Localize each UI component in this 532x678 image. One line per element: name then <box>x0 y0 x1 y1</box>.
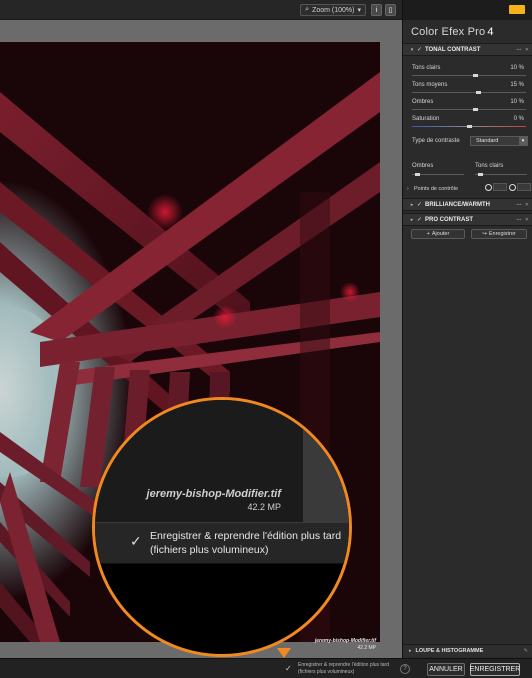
slider-thumb[interactable] <box>473 74 478 77</box>
magnified-bottom-bar: ✓ Enregistrer & reprendre l'édition plus… <box>95 522 349 564</box>
add-filter-button[interactable]: + Ajouter <box>411 229 465 239</box>
slider-value-saturation: 0 % <box>513 116 524 122</box>
zoom-control[interactable]: ⌕ Zoom (100%) ▾ <box>300 4 366 16</box>
save-button[interactable]: ENREGISTRER <box>470 663 520 676</box>
photo-caption: jeremy-bishop-Modifier.tif 42.2 MP <box>315 638 376 652</box>
magnifier-callout: jeremy-bishop-Modifier.tif 42.2 MP ✓ Enr… <box>92 397 352 657</box>
save-resume-text: Enregistrer & reprendre l'édition plus t… <box>298 662 390 675</box>
slider-thumb[interactable] <box>473 108 478 111</box>
loupe-histogram-bar[interactable]: ▸ LOUPE & HISTOGRAMME ✎ <box>403 644 532 657</box>
control-point-box[interactable] <box>517 183 531 191</box>
filter-controls-icon[interactable]: ⋯ ✕ <box>516 202 530 208</box>
save-resume-checkbox[interactable]: ✓ <box>285 664 295 674</box>
slider-thumb[interactable] <box>467 125 472 128</box>
chevron-right-icon[interactable]: ▸ <box>407 202 417 208</box>
cancel-button[interactable]: ANNULER <box>427 663 465 676</box>
filter-name: BRILLIANCE/WARMTH <box>425 201 490 208</box>
slider-label-shadows: Ombres <box>412 99 434 105</box>
filter-controls-icon[interactable]: ⋯ ✕ <box>516 217 530 223</box>
save-icon: ↪ <box>482 231 487 237</box>
control-point-icon[interactable] <box>509 184 516 191</box>
magnified-size: 42.2 MP <box>247 502 281 512</box>
chevron-right-icon[interactable]: › <box>407 186 409 192</box>
top-toolbar: ⌕ Zoom (100%) ▾ i ▯ <box>0 0 402 20</box>
help-icon[interactable]: ? <box>400 664 410 674</box>
slider-saturation[interactable] <box>412 125 526 128</box>
filter-name: PRO CONTRAST <box>425 216 473 223</box>
magnifier-pointer <box>277 648 291 658</box>
panel-header-bar <box>403 0 532 20</box>
protect-highlights-label: Tons clairs <box>475 163 504 169</box>
slider-label-highlights: Tons clairs <box>412 65 441 71</box>
chevron-down-icon[interactable]: ▾ <box>407 47 417 53</box>
slider-highlights[interactable] <box>412 74 526 77</box>
filter-header-tonal-contrast[interactable]: ▾ ✓ TONAL CONTRAST ⋯ ✕ <box>403 43 532 56</box>
slider-shadows[interactable] <box>412 108 526 111</box>
slider-thumb[interactable] <box>476 91 481 94</box>
checkmark-icon[interactable]: ✓ <box>417 46 425 53</box>
checkmark-icon[interactable]: ✓ <box>417 216 425 223</box>
pin-icon[interactable]: ✎ <box>524 648 528 654</box>
chevron-down-icon: ▾ <box>357 7 361 14</box>
compare-view-button[interactable]: ▯ <box>385 4 396 16</box>
slider-value-highlights: 10 % <box>510 65 524 71</box>
contrast-type-select[interactable]: Standard ▾ <box>470 136 528 146</box>
slider-midtones[interactable] <box>412 91 526 94</box>
zoom-dropdown[interactable]: ⌕ Zoom (100%) ▾ <box>300 4 366 16</box>
filter-header-pro-contrast[interactable]: ▸ ✓ PRO CONTRAST ⋯ ✕ <box>403 213 532 226</box>
nik-logo <box>509 5 525 14</box>
app-title: Color Efex Pro 4 <box>411 26 494 38</box>
split-view-icon: ▯ <box>388 7 393 14</box>
chevron-right-icon[interactable]: ▸ <box>407 217 417 223</box>
chevron-right-icon[interactable]: ▸ <box>409 648 412 654</box>
slider-protect-highlights[interactable] <box>475 173 527 176</box>
checkmark-icon[interactable]: ✓ <box>417 201 425 208</box>
filter-name: TONAL CONTRAST <box>425 46 481 53</box>
slider-thumb[interactable] <box>415 173 420 176</box>
slider-value-midtones: 15 % <box>510 82 524 88</box>
zoom-label: Zoom (100%) <box>312 6 355 14</box>
filter-header-brilliance-warmth[interactable]: ▸ ✓ BRILLIANCE/WARMTH ⋯ ✕ <box>403 198 532 211</box>
filter-panel: Color Efex Pro 4 ▾ ✓ TONAL CONTRAST ⋯ ✕ T… <box>402 0 532 658</box>
bottom-bar: ✓ Enregistrer & reprendre l'édition plus… <box>0 658 532 678</box>
save-recipe-button[interactable]: ↪ Enregistrer <box>471 229 527 239</box>
info-button[interactable]: i <box>371 4 382 16</box>
slider-protect-shadows[interactable] <box>412 173 464 176</box>
slider-value-shadows: 10 % <box>510 99 524 105</box>
control-point-minus-box[interactable] <box>493 183 507 191</box>
plus-icon: + <box>426 231 430 237</box>
control-points-label: Points de contrôle <box>414 186 459 192</box>
control-point-add-icon[interactable] <box>485 184 492 191</box>
photo-filename: jeremy-bishop-Modifier.tif <box>314 638 376 644</box>
checkmark-icon[interactable]: ✓ <box>130 533 142 550</box>
app-version: 4 <box>487 26 494 38</box>
magnified-save-text: Enregistrer & reprendre l'édition plus t… <box>150 530 342 556</box>
photo-size: 42.2 MP <box>357 645 376 651</box>
slider-thumb[interactable] <box>478 173 483 176</box>
slider-label-saturation: Saturation <box>412 116 440 122</box>
protect-shadows-label: Ombres <box>412 163 434 169</box>
magnified-filename: jeremy-bishop-Modifier.tif <box>146 488 281 500</box>
chevron-down-icon: ▾ <box>519 137 527 145</box>
slider-label-midtones: Tons moyens <box>412 82 448 88</box>
contrast-type-label: Type de contraste <box>412 138 460 144</box>
filter-controls-icon[interactable]: ⋯ ✕ <box>516 47 530 53</box>
search-icon: ⌕ <box>305 6 310 13</box>
